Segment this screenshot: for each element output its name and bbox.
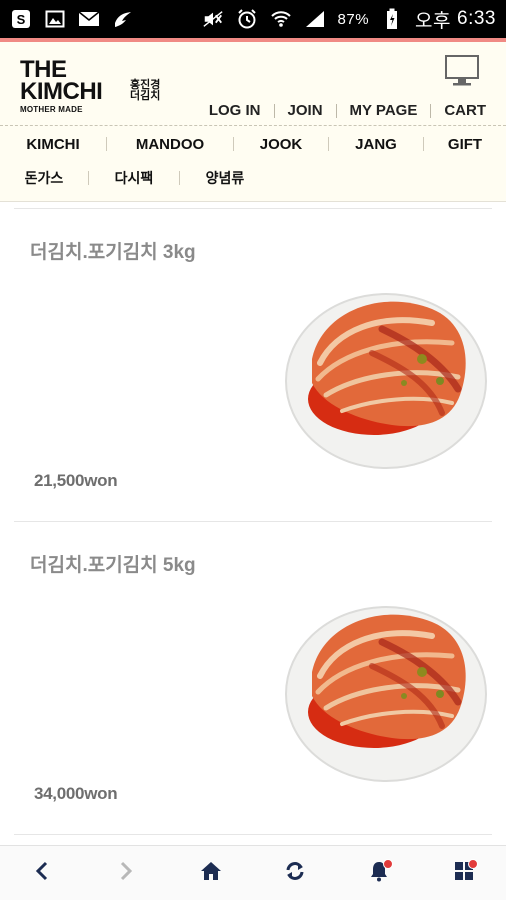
nav-gift[interactable]: GIFT — [424, 136, 506, 153]
join-link[interactable]: JOIN — [288, 102, 323, 119]
status-ampm: 오후 — [415, 10, 452, 32]
status-time: 6:33 — [457, 8, 496, 29]
alarm-icon — [236, 8, 258, 30]
apps-button[interactable] — [444, 853, 484, 893]
back-button[interactable] — [22, 853, 62, 893]
apps-badge — [467, 859, 478, 869]
nav-jang[interactable]: JANG — [329, 136, 423, 153]
nav-seasoning[interactable]: 양념류 — [180, 168, 270, 188]
status-left: S — [10, 8, 134, 30]
bottom-toolbar — [0, 845, 506, 900]
category-nav: KIMCHI MANDOO JOOK JANG GIFT 돈가스 다시팩 양념류 — [0, 126, 506, 202]
kimchi-photo[interactable] — [282, 596, 488, 786]
back-icon — [34, 861, 50, 886]
status-right: 87% 오후 6:33 — [202, 6, 496, 33]
logo-kimchi: KIMCHI — [20, 78, 103, 105]
product-list: 더김치.포기김치 3kg 21,500won 더김치.포기김치 5kg 34,0… — [14, 208, 492, 848]
home-icon — [200, 861, 222, 886]
brand-logo[interactable]: THE KIMCHI MOTHER MADE 홍진경 더김치 — [20, 58, 170, 118]
divider — [273, 103, 275, 118]
notifications-button[interactable] — [359, 853, 399, 893]
nav-mandoo[interactable]: MANDOO — [107, 136, 233, 153]
battery-icon — [381, 8, 403, 30]
logo-tagline: MOTHER MADE — [20, 105, 83, 114]
wifi-icon — [270, 8, 292, 30]
forward-button[interactable] — [106, 853, 146, 893]
nav-donkatsu[interactable]: 돈가스 — [0, 168, 88, 188]
refresh-button[interactable] — [275, 853, 315, 893]
product-card[interactable]: 더김치.포기김치 5kg 34,000won — [14, 521, 492, 834]
monitor-icon[interactable] — [444, 54, 480, 88]
home-button[interactable] — [191, 853, 231, 893]
site-header: THE KIMCHI MOTHER MADE 홍진경 더김치 LOG IN JO… — [0, 42, 506, 126]
signal-icon — [304, 8, 326, 30]
product-price: 21,500won — [34, 471, 118, 490]
refresh-icon — [284, 860, 306, 887]
product-name[interactable]: 더김치.포기김치 5kg — [30, 550, 196, 577]
mail-icon — [78, 8, 100, 30]
category-row-sub: 돈가스 다시팩 양념류 — [0, 166, 300, 190]
login-link[interactable]: LOG IN — [209, 102, 261, 119]
category-row-main: KIMCHI MANDOO JOOK JANG GIFT — [0, 132, 506, 156]
product-name[interactable]: 더김치.포기김치 3kg — [30, 237, 196, 264]
divider — [335, 103, 337, 118]
cart-link[interactable]: CART — [444, 102, 486, 119]
product-price: 34,000won — [34, 784, 118, 803]
divider — [430, 103, 432, 118]
nav-dasipack[interactable]: 다시팩 — [89, 168, 179, 188]
top-links: LOG IN JOIN MY PAGE CART — [209, 102, 486, 119]
product-card[interactable]: 더김치.포기김치 3kg 21,500won — [14, 208, 492, 521]
mypage-link[interactable]: MY PAGE — [350, 102, 418, 119]
forward-icon — [118, 861, 134, 886]
svg-text:S: S — [17, 12, 26, 27]
app-logo-icon — [112, 8, 134, 30]
nav-jook[interactable]: JOOK — [234, 136, 328, 153]
gallery-icon — [44, 8, 66, 30]
nav-kimchi[interactable]: KIMCHI — [0, 136, 106, 153]
kimchi-photo[interactable] — [282, 283, 488, 473]
mute-icon — [202, 8, 224, 30]
notification-badge — [383, 859, 394, 869]
status-bar: S 87% 오후 6:33 — [0, 0, 506, 38]
battery-percent: 87% — [337, 10, 370, 28]
app-s-icon: S — [10, 8, 32, 30]
logo-korean: 홍진경 더김치 — [130, 79, 161, 102]
